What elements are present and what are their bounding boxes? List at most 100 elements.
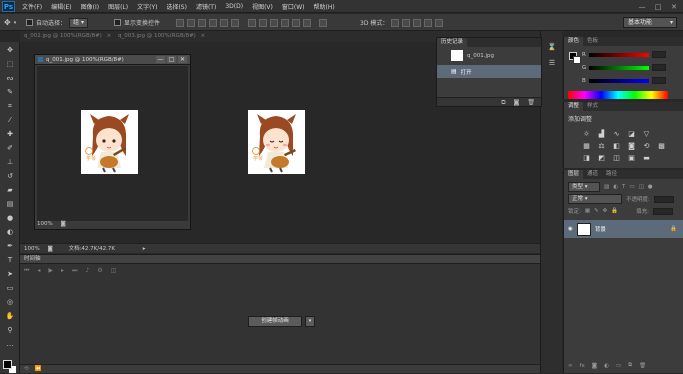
distribute-top-icon[interactable]	[248, 18, 256, 27]
mask-icon[interactable]: ◙	[592, 363, 597, 369]
first-frame-icon[interactable]: ⏮	[24, 267, 29, 275]
align-bottom-icon[interactable]	[198, 18, 206, 27]
fill-field[interactable]	[653, 207, 673, 215]
floating-zoom-value[interactable]: 100%	[37, 221, 53, 227]
filter-type-icon[interactable]: T	[622, 184, 625, 190]
filter-pixel-icon[interactable]: ▨	[604, 184, 609, 190]
history-panel-icon[interactable]: ⌛	[546, 43, 558, 52]
fx-icon[interactable]: fx	[580, 363, 585, 369]
doc-tab-q002[interactable]: q_002.jpg @ 100%(RGB/8#) ×	[24, 31, 111, 42]
selective-color-icon[interactable]: ▣	[627, 154, 636, 162]
exposure-icon[interactable]: ◪	[627, 130, 636, 138]
filter-adjustment-icon[interactable]: ◐	[613, 184, 618, 190]
gradient-map-icon[interactable]: ▬	[642, 154, 651, 162]
distribute-right-icon[interactable]	[303, 18, 311, 27]
tab-styles[interactable]: 样式	[583, 102, 602, 111]
lock-all-icon[interactable]: 🔒	[611, 208, 618, 214]
healing-tool-icon[interactable]: ✚	[4, 129, 16, 139]
align-top-icon[interactable]	[176, 18, 184, 27]
green-value-field[interactable]	[652, 64, 667, 71]
3d-slide-icon[interactable]	[424, 18, 433, 27]
lock-transparent-icon[interactable]: ▦	[585, 208, 590, 214]
minimize-icon[interactable]: —	[637, 3, 647, 11]
status-expand-icon[interactable]: ▸	[143, 246, 146, 252]
red-slider[interactable]	[588, 52, 649, 57]
layer-name[interactable]: 背景	[595, 225, 606, 233]
menu-type[interactable]: 文字(Y)	[137, 2, 157, 11]
transition-icon[interactable]: ◫	[111, 267, 117, 275]
menu-image[interactable]: 图像(I)	[81, 2, 99, 11]
menu-3d[interactable]: 3D(D)	[225, 3, 243, 10]
invert-icon[interactable]: ◨	[582, 154, 591, 162]
filter-smart-icon[interactable]: ◫	[639, 184, 644, 190]
eyedropper-tool-icon[interactable]: ⁄	[4, 115, 16, 125]
tab-swatches[interactable]: 色板	[583, 37, 602, 46]
workspace-switcher[interactable]: 基本功能 ▾	[623, 17, 677, 28]
layer-background[interactable]: ◉ 背景 🔒	[564, 220, 683, 238]
trash-icon[interactable]: 🗑	[639, 363, 646, 369]
new-document-from-state-icon[interactable]: ⧉	[501, 98, 505, 106]
blur-tool-icon[interactable]: ●	[4, 213, 16, 223]
path-select-tool-icon[interactable]: ➤	[4, 269, 16, 279]
pen-tool-icon[interactable]: ✒	[4, 241, 16, 251]
clone-stamp-tool-icon[interactable]: ⊥	[4, 157, 16, 167]
lasso-tool-icon[interactable]: ᔓ	[4, 73, 16, 83]
marquee-tool-icon[interactable]: ⬚	[4, 59, 16, 69]
zoom-level[interactable]: 100%	[24, 246, 40, 252]
menu-select[interactable]: 选择(S)	[166, 2, 187, 11]
properties-panel-icon[interactable]: ☰	[546, 59, 558, 68]
menu-help[interactable]: 帮助(H)	[314, 2, 335, 11]
opacity-field[interactable]	[653, 195, 674, 203]
doc-tab-q003[interactable]: q_003.jpg @ 100%(RGB/8#) ×	[118, 31, 205, 42]
menu-view[interactable]: 视图(V)	[252, 2, 273, 11]
move-tool-icon[interactable]: ✥	[4, 45, 16, 55]
black-white-icon[interactable]: ◧	[612, 142, 621, 150]
status-menu-icon[interactable]: ◙	[47, 246, 52, 252]
blend-mode-dropdown[interactable]: 正常 ▾	[568, 194, 622, 204]
3d-rotate-icon[interactable]	[391, 18, 400, 27]
filter-shape-icon[interactable]: ▭	[629, 184, 634, 190]
tab-layers[interactable]: 图层	[564, 170, 584, 179]
align-right-icon[interactable]	[231, 18, 239, 27]
hand-tool-icon[interactable]: ✋	[4, 311, 16, 321]
move-tool-preset[interactable]: ✥ ▾	[4, 17, 16, 28]
last-frame-icon[interactable]: ⏭	[72, 267, 77, 275]
blue-value-field[interactable]	[651, 77, 666, 84]
menu-file[interactable]: 文件(F)	[22, 2, 42, 11]
trash-icon[interactable]: 🗑	[527, 98, 535, 106]
link-icon[interactable]: ∞	[568, 363, 573, 369]
auto-select-dropdown[interactable]: 组 ▾	[69, 17, 88, 28]
maximize-icon[interactable]: □	[653, 3, 663, 11]
color-balance-icon[interactable]: ⚖	[597, 142, 606, 150]
3d-tool-icon[interactable]: ◎	[4, 297, 16, 307]
menu-layer[interactable]: 图层(L)	[108, 2, 128, 11]
document-image[interactable]: 学琴	[248, 110, 305, 174]
hue-saturation-icon[interactable]: ▦	[582, 142, 591, 150]
auto-select-checkbox[interactable]	[26, 19, 33, 26]
distribute-vcenter-icon[interactable]	[259, 18, 267, 27]
loop-icon[interactable]: ⟲	[24, 365, 29, 373]
play-icon[interactable]: ▶	[48, 267, 53, 275]
channel-mixer-icon[interactable]: ⟲	[642, 142, 651, 150]
levels-icon[interactable]: ▟	[597, 130, 606, 138]
layer-kind-filter[interactable]: 类型 ▾	[568, 182, 600, 192]
tab-adjustments[interactable]: 调整	[564, 102, 584, 111]
distribute-hcenter-icon[interactable]	[292, 18, 300, 27]
type-tool-icon[interactable]: T	[4, 255, 16, 265]
audio-icon[interactable]: ♪	[85, 267, 89, 275]
create-frame-animation-button[interactable]: 创建帧动画	[248, 316, 302, 327]
camera-icon[interactable]: ◙	[514, 98, 520, 106]
auto-align-icon[interactable]	[319, 18, 327, 27]
blue-slider[interactable]	[588, 78, 649, 83]
history-state-open[interactable]: ▤ 打开	[437, 65, 541, 78]
crop-tool-icon[interactable]: ⌗	[4, 101, 16, 111]
background-swatch[interactable]	[573, 56, 581, 64]
tab-color[interactable]: 颜色	[564, 37, 584, 46]
color-spectrum[interactable]	[568, 91, 668, 99]
minimize-icon[interactable]: —	[156, 56, 165, 63]
gradient-tool-icon[interactable]: ▤	[4, 199, 16, 209]
menu-window[interactable]: 窗口(W)	[282, 2, 305, 11]
history-snapshot[interactable]: q_001.jpg	[437, 49, 541, 62]
lock-position-icon[interactable]: ✥	[603, 208, 608, 214]
align-left-icon[interactable]	[209, 18, 217, 27]
